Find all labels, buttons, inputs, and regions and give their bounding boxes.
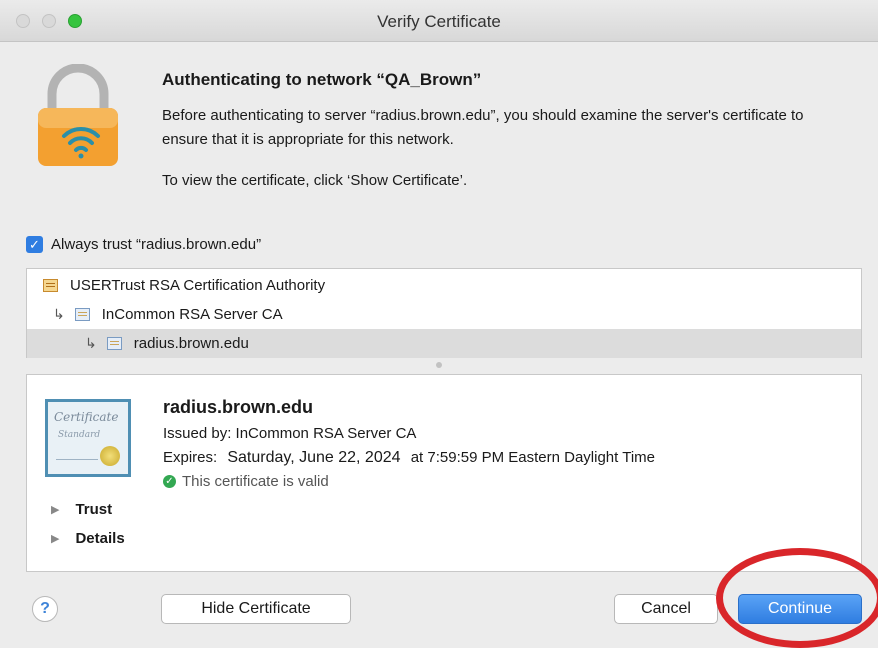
certificate-image-icon: Certificate Standard (45, 399, 131, 477)
hide-certificate-button[interactable]: Hide Certificate (161, 594, 351, 624)
message-heading: Authenticating to network “QA_Brown” (162, 70, 482, 89)
chain-item-root[interactable]: USERTrust RSA Certification Authority (27, 271, 861, 300)
help-button[interactable]: ? (32, 596, 58, 622)
certificate-common-name: radius.brown.edu (163, 397, 314, 417)
chain-item-intermediate[interactable]: ↳ InCommon RSA Server CA (27, 300, 861, 329)
message-instruction: To view the certificate, click ‘Show Cer… (162, 172, 468, 189)
wifi-lock-icon (38, 64, 118, 166)
checkmark-icon[interactable]: ✓ (26, 236, 43, 253)
certificate-expiry: Expires: Saturday, June 22, 2024 at 7:59… (163, 449, 655, 467)
details-label: Details (75, 530, 125, 547)
disclosure-triangle-icon[interactable]: ▶ (51, 503, 59, 516)
always-trust-checkbox[interactable]: ✓ Always trust “radius.brown.edu” (26, 236, 261, 253)
child-arrow-icon: ↳ (85, 335, 97, 351)
split-handle[interactable] (436, 362, 442, 368)
cancel-button[interactable]: Cancel (614, 594, 718, 624)
chain-item-label: USERTrust RSA Certification Authority (70, 277, 326, 294)
certificate-icon (106, 337, 122, 350)
details-disclosure[interactable]: ▶ Details (51, 530, 125, 547)
disclosure-triangle-icon[interactable]: ▶ (51, 532, 59, 545)
child-arrow-icon: ↳ (53, 306, 65, 322)
certificate-sub-text: Standard (58, 430, 101, 440)
certificate-icon (74, 308, 90, 321)
highlight-circle-annotation (716, 548, 878, 648)
certificate-status: ✓ This certificate is valid (163, 473, 329, 490)
chain-item-leaf[interactable]: ↳ radius.brown.edu (27, 329, 861, 358)
certificate-chain: USERTrust RSA Certification Authority ↳ … (26, 268, 862, 358)
valid-check-icon: ✓ (163, 475, 176, 488)
certificate-script-text: Certificate (54, 410, 119, 424)
chain-item-label: radius.brown.edu (133, 335, 249, 352)
expires-time: at 7:59:59 PM Eastern Daylight Time (410, 449, 655, 466)
expires-label: Expires: (163, 449, 218, 466)
trust-label: Trust (75, 501, 113, 518)
certificate-detail: Certificate Standard radius.brown.edu Is… (26, 374, 862, 572)
expires-date: Saturday, June 22, 2024 (227, 449, 401, 466)
certificate-icon (43, 279, 58, 292)
always-trust-label: Always trust “radius.brown.edu” (51, 236, 262, 253)
chain-item-label: InCommon RSA Server CA (101, 306, 283, 323)
trust-disclosure[interactable]: ▶ Trust (51, 501, 112, 518)
certificate-issuer: Issued by: InCommon RSA Server CA (163, 425, 417, 442)
certificate-status-text: This certificate is valid (182, 473, 329, 490)
title-bar: Verify Certificate (0, 0, 878, 42)
seal-icon (100, 446, 120, 466)
message-body: Before authenticating to server “radius.… (162, 107, 804, 148)
window-title: Verify Certificate (377, 12, 501, 31)
